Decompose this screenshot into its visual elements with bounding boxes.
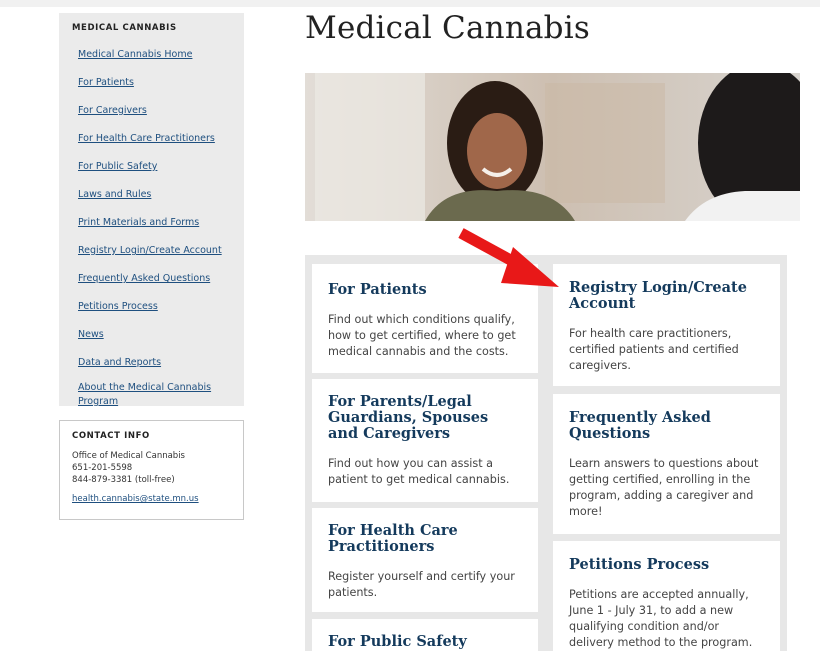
card-registry-login[interactable]: Registry Login/Create Account For health…: [553, 264, 780, 386]
card-title-petitions[interactable]: Petitions Process: [569, 557, 764, 573]
card-title-for-parents[interactable]: For Parents/Legal Guardians, Spouses and…: [328, 394, 522, 442]
sidebar-link-data-reports[interactable]: Data and Reports: [78, 356, 161, 370]
sidebar-link-practitioners[interactable]: For Health Care Practitioners: [78, 132, 215, 146]
contact-email-link[interactable]: health.cannabis@state.mn.us: [72, 494, 199, 504]
card-faq[interactable]: Frequently Asked Questions Learn answers…: [553, 394, 780, 534]
sidebar-link-registry-login[interactable]: Registry Login/Create Account: [78, 244, 222, 258]
card-text-for-practitioners: Register yourself and certify your patie…: [328, 570, 515, 599]
card-petitions[interactable]: Petitions Process Petitions are accepted…: [553, 541, 780, 651]
card-title-registry-login[interactable]: Registry Login/Create Account: [569, 280, 764, 312]
card-text-for-patients: Find out which conditions qualify, how t…: [328, 313, 516, 358]
sidebar-link-patients[interactable]: For Patients: [78, 76, 134, 90]
sidebar-nav: MEDICAL CANNABIS Medical Cannabis Home F…: [59, 13, 244, 409]
card-for-parents[interactable]: For Parents/Legal Guardians, Spouses and…: [312, 379, 538, 502]
sidebar-link-news[interactable]: News: [78, 328, 104, 342]
hero-photo-illustration: [305, 73, 800, 221]
sidebar-link-caregivers[interactable]: For Caregivers: [78, 104, 147, 118]
sidebar-link-petitions[interactable]: Petitions Process: [78, 300, 158, 314]
top-bar: [0, 0, 820, 7]
card-text-for-parents: Find out how you can assist a patient to…: [328, 457, 510, 486]
card-text-registry-login: For health care practitioners, certified…: [569, 327, 739, 372]
hero-image: [305, 73, 800, 221]
sidebar-link-about[interactable]: About the Medical Cannabis Program: [78, 381, 228, 409]
contact-phone: 651-201-5598: [72, 463, 133, 473]
card-title-faq[interactable]: Frequently Asked Questions: [569, 410, 764, 442]
sidebar-link-list: Medical Cannabis Home For Patients For C…: [72, 45, 244, 409]
contact-tollfree: 844-879-3381 (toll-free): [72, 475, 175, 485]
sidebar-title: MEDICAL CANNABIS: [72, 23, 177, 33]
card-for-practitioners[interactable]: For Health Care Practitioners Register y…: [312, 508, 538, 612]
contact-org: Office of Medical Cannabis: [72, 451, 185, 461]
sidebar-link-public-safety[interactable]: For Public Safety: [78, 160, 157, 174]
page-title: Medical Cannabis: [305, 10, 590, 46]
card-text-petitions: Petitions are accepted annually, June 1 …: [569, 588, 753, 649]
sidebar-link-home[interactable]: Medical Cannabis Home: [78, 48, 192, 62]
contact-info-box: CONTACT INFO Office of Medical Cannabis …: [59, 420, 244, 520]
contact-title: CONTACT INFO: [72, 431, 150, 441]
card-for-public-safety[interactable]: For Public Safety: [312, 619, 538, 651]
sidebar-link-faq[interactable]: Frequently Asked Questions: [78, 272, 210, 286]
card-title-for-practitioners[interactable]: For Health Care Practitioners: [328, 523, 522, 555]
card-text-faq: Learn answers to questions about getting…: [569, 457, 759, 518]
card-title-for-public-safety[interactable]: For Public Safety: [328, 634, 522, 650]
sidebar-link-print-materials[interactable]: Print Materials and Forms: [78, 216, 199, 230]
sidebar-link-laws-rules[interactable]: Laws and Rules: [78, 188, 151, 202]
red-arrow-annotation: [458, 228, 559, 287]
